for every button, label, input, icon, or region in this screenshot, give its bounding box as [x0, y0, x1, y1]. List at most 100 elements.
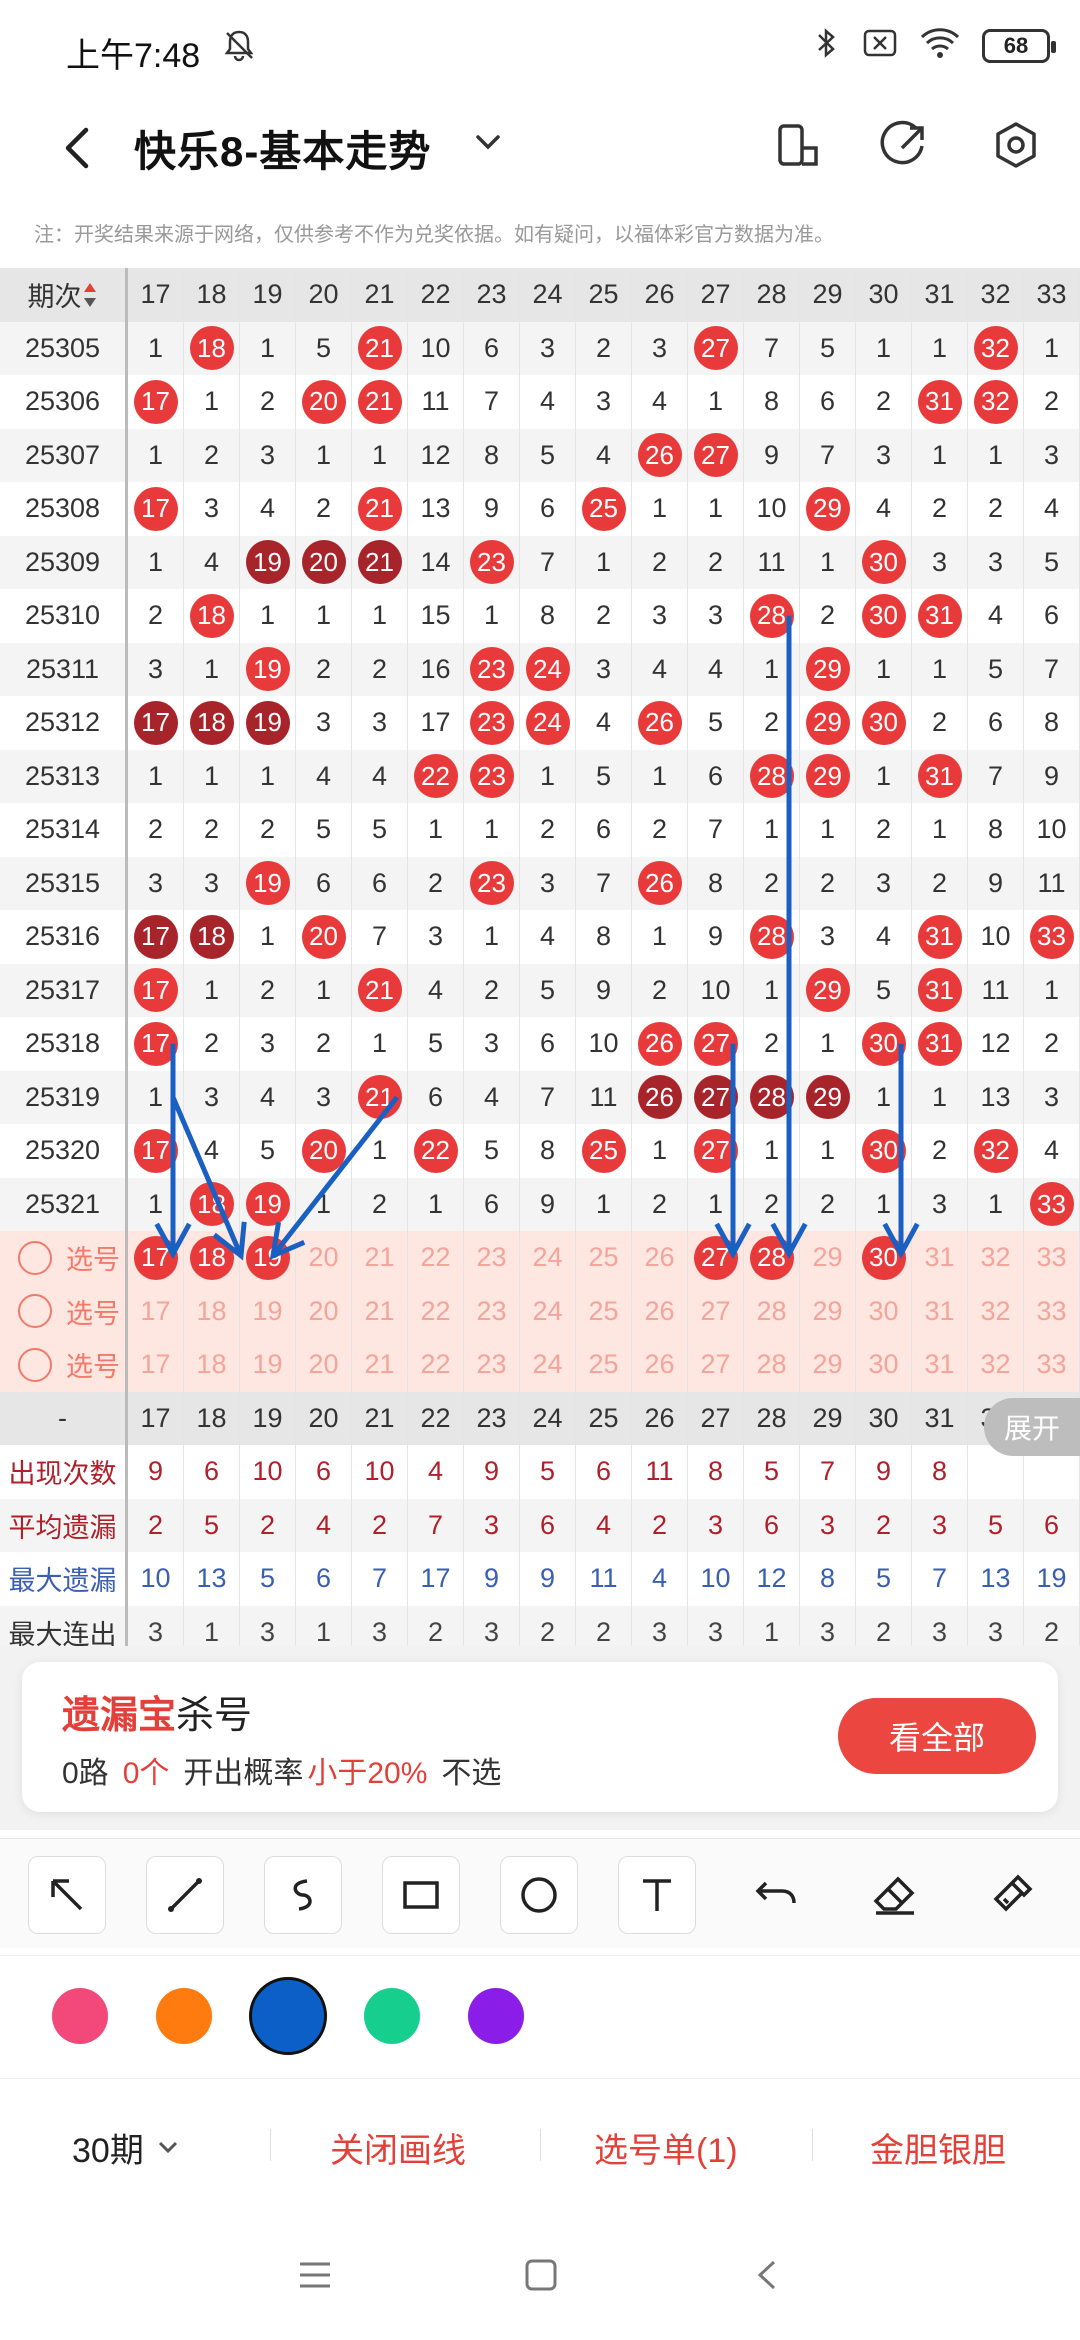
table-cell[interactable]: 26: [632, 1017, 688, 1071]
table-cell[interactable]: 2: [352, 1177, 408, 1231]
table-cell[interactable]: 11: [1024, 856, 1080, 910]
table-cell[interactable]: 2: [744, 1177, 800, 1231]
table-cell[interactable]: 4: [240, 482, 296, 536]
table-cell[interactable]: 3: [240, 428, 296, 482]
selected-ball[interactable]: 30: [861, 1235, 906, 1280]
table-cell[interactable]: 31: [912, 910, 968, 964]
table-cell[interactable]: 28: [744, 749, 800, 803]
color-swatch[interactable]: [249, 1977, 327, 2055]
table-cell[interactable]: 2: [744, 1017, 800, 1071]
table-cell[interactable]: 22: [408, 1124, 464, 1178]
table-cell[interactable]: 1: [128, 428, 184, 482]
table-cell[interactable]: 4: [632, 375, 688, 429]
close-line-button[interactable]: 关闭画线: [330, 2123, 466, 2172]
table-cell[interactable]: 1: [296, 1177, 352, 1231]
table-cell[interactable]: 1: [632, 910, 688, 964]
expand-button[interactable]: 展开: [984, 1398, 1080, 1456]
table-cell[interactable]: 7: [800, 428, 856, 482]
table-cell[interactable]: 2: [912, 856, 968, 910]
table-cell[interactable]: 5: [240, 1124, 296, 1178]
table-cell[interactable]: 28: [744, 910, 800, 964]
table-cell[interactable]: 26: [632, 1070, 688, 1124]
table-cell[interactable]: 1: [352, 428, 408, 482]
table-cell[interactable]: 17: [128, 375, 184, 429]
table-cell[interactable]: 1: [296, 589, 352, 643]
table-cell[interactable]: 4: [464, 1070, 520, 1124]
pick-cell[interactable]: 32: [968, 1284, 1024, 1338]
table-cell[interactable]: 17: [128, 963, 184, 1017]
table-cell[interactable]: 7: [688, 803, 744, 857]
table-cell[interactable]: 29: [800, 642, 856, 696]
table-cell[interactable]: 2: [184, 803, 240, 857]
undo-icon[interactable]: [738, 1856, 816, 1934]
table-cell[interactable]: 1: [240, 589, 296, 643]
table-cell[interactable]: 5: [968, 642, 1024, 696]
table-cell[interactable]: 32: [968, 375, 1024, 429]
table-cell[interactable]: 28: [744, 589, 800, 643]
table-cell[interactable]: 9: [464, 482, 520, 536]
table-cell[interactable]: 1: [632, 1124, 688, 1178]
pick-cell[interactable]: 20: [296, 1231, 352, 1285]
table-cell[interactable]: 3: [184, 482, 240, 536]
table-cell[interactable]: 25: [576, 1124, 632, 1178]
table-cell[interactable]: 1: [856, 749, 912, 803]
table-cell[interactable]: 11: [576, 1070, 632, 1124]
table-cell[interactable]: 6: [968, 696, 1024, 750]
table-cell[interactable]: 3: [1024, 428, 1080, 482]
table-cell[interactable]: 10: [408, 321, 464, 375]
table-cell[interactable]: 22: [408, 749, 464, 803]
table-cell[interactable]: 12: [408, 428, 464, 482]
table-cell[interactable]: 1: [744, 1124, 800, 1178]
table-cell[interactable]: 18: [184, 1177, 240, 1231]
table-cell[interactable]: 3: [520, 321, 576, 375]
table-cell[interactable]: 1: [912, 428, 968, 482]
table-cell[interactable]: 2: [128, 589, 184, 643]
pick-row-label[interactable]: 选号: [0, 1284, 128, 1338]
table-cell[interactable]: 1: [688, 1177, 744, 1231]
pick-cell[interactable]: 23: [464, 1231, 520, 1285]
table-cell[interactable]: 23: [464, 856, 520, 910]
table-cell[interactable]: 2: [576, 321, 632, 375]
selected-ball[interactable]: 19: [245, 1235, 290, 1280]
table-cell[interactable]: 5: [1024, 535, 1080, 589]
pick-cell[interactable]: 17: [128, 1338, 184, 1392]
table-cell[interactable]: 6: [1024, 589, 1080, 643]
pick-cell[interactable]: 27: [688, 1338, 744, 1392]
table-cell[interactable]: 1: [576, 535, 632, 589]
table-cell[interactable]: 6: [688, 749, 744, 803]
pick-cell[interactable]: 22: [408, 1284, 464, 1338]
table-cell[interactable]: 26: [632, 856, 688, 910]
table-cell[interactable]: 2: [184, 1017, 240, 1071]
table-cell[interactable]: 8: [576, 910, 632, 964]
table-cell[interactable]: 7: [744, 321, 800, 375]
table-cell[interactable]: 1: [240, 910, 296, 964]
selected-ball[interactable]: 18: [189, 1235, 234, 1280]
pick-cell[interactable]: 17: [128, 1231, 184, 1285]
table-cell[interactable]: 20: [296, 535, 352, 589]
table-cell[interactable]: 31: [912, 749, 968, 803]
arrow-tool-icon[interactable]: [28, 1856, 106, 1934]
table-cell[interactable]: 11: [968, 963, 1024, 1017]
table-cell[interactable]: 21: [352, 375, 408, 429]
table-cell[interactable]: 9: [968, 856, 1024, 910]
table-cell[interactable]: 2: [800, 1177, 856, 1231]
table-cell[interactable]: 6: [520, 482, 576, 536]
table-cell[interactable]: 2: [968, 482, 1024, 536]
table-cell[interactable]: 1: [968, 428, 1024, 482]
table-cell[interactable]: 3: [632, 589, 688, 643]
table-cell[interactable]: 25: [576, 482, 632, 536]
table-cell[interactable]: 8: [968, 803, 1024, 857]
table-cell[interactable]: 9: [744, 428, 800, 482]
pick-cell[interactable]: 22: [408, 1231, 464, 1285]
table-cell[interactable]: 2: [632, 1177, 688, 1231]
color-swatch[interactable]: [364, 1988, 420, 2044]
table-cell[interactable]: 1: [408, 803, 464, 857]
table-cell[interactable]: 18: [184, 321, 240, 375]
table-cell[interactable]: 27: [688, 1017, 744, 1071]
curve-tool-icon[interactable]: [264, 1856, 342, 1934]
table-cell[interactable]: 9: [520, 1177, 576, 1231]
circle-tool-icon[interactable]: [500, 1856, 578, 1934]
table-cell[interactable]: 1: [744, 963, 800, 1017]
selected-ball[interactable]: 28: [749, 1235, 794, 1280]
table-cell[interactable]: 1: [464, 803, 520, 857]
